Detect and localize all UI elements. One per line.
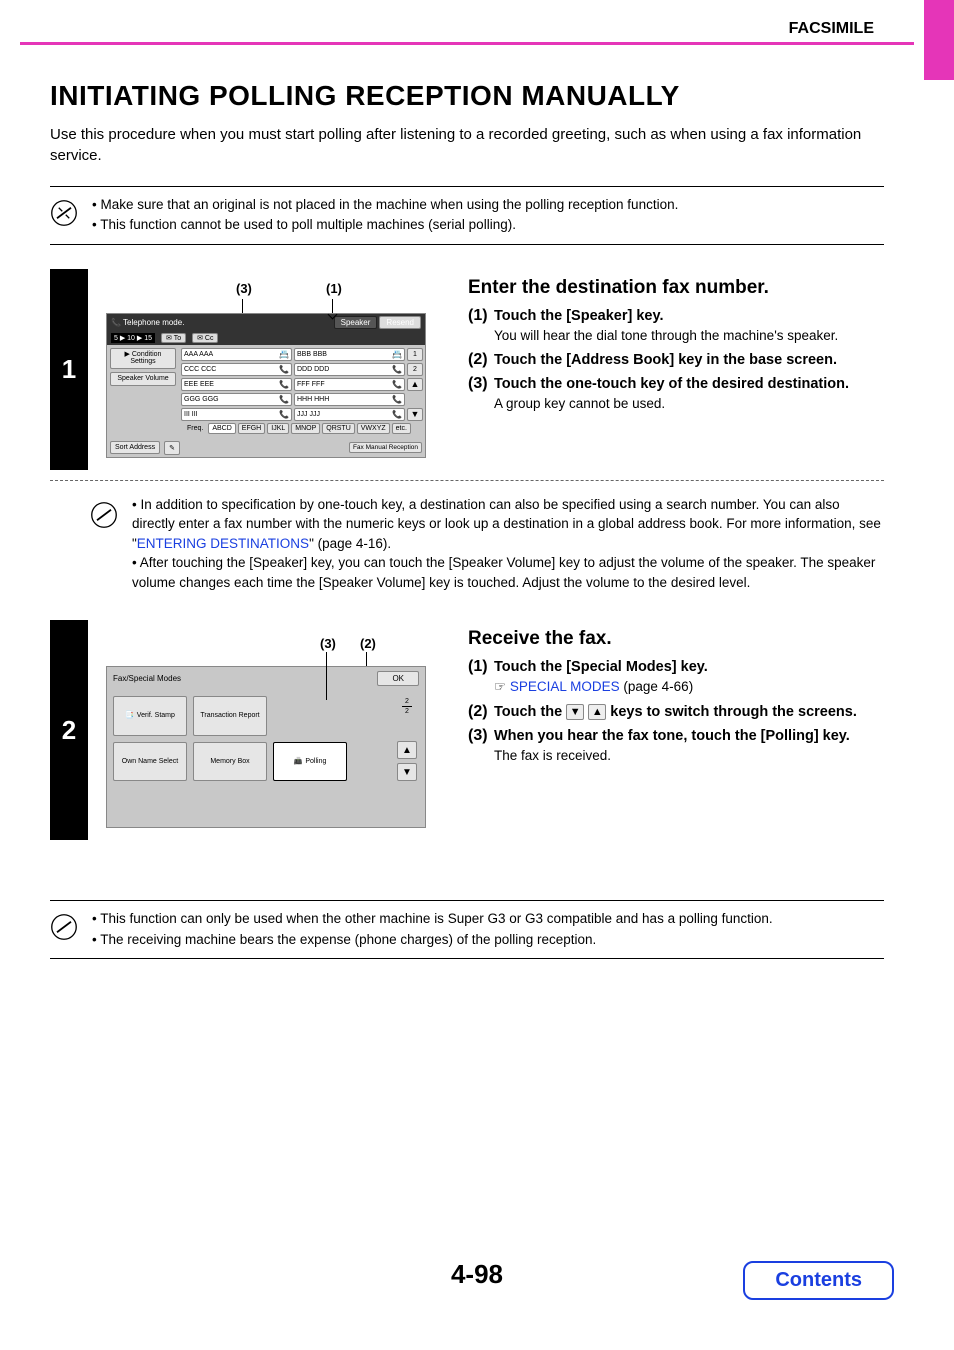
main-content: INITIATING POLLING RECEPTION MANUALLY Us… [50, 80, 884, 959]
index-tab[interactable]: QRSTU [322, 423, 355, 434]
speaker-button[interactable]: Speaker [334, 316, 378, 329]
polling-button[interactable]: 📠Polling [273, 742, 347, 782]
one-touch-key[interactable]: BBB BBB📇 [294, 348, 405, 361]
step1-inner-note: In addition to specification by one-touc… [50, 489, 884, 593]
step2-text: Receive the fax. (1)Touch the [Special M… [458, 620, 884, 840]
one-touch-key[interactable]: CCC CCC📞 [181, 363, 292, 376]
substep-title: Touch the [Speaker] key. [494, 308, 663, 324]
index-tab[interactable]: VWXYZ [357, 423, 390, 434]
note-icon [50, 913, 78, 941]
substep-title: Touch the [Special Modes] key. [494, 659, 708, 675]
note-item: This function can only be used when the … [92, 909, 773, 929]
contents-button[interactable]: Contents [743, 1261, 894, 1300]
freq-label: Freq. [184, 425, 206, 432]
note-item: In addition to specification by one-touc… [132, 495, 884, 554]
one-touch-key[interactable]: HHH HHH📞 [294, 393, 405, 406]
sort-address-button[interactable]: Sort Address [110, 441, 160, 454]
note-item: Make sure that an original is not placed… [92, 195, 678, 215]
note-item: This function cannot be used to poll mul… [92, 215, 678, 235]
resend-button[interactable]: Resend [379, 316, 421, 329]
step-heading: Receive the fax. [468, 628, 884, 650]
page-fraction: 22 [402, 698, 412, 715]
callout-2: (2) [360, 636, 376, 651]
special-modes-panel: Fax/Special Modes OK 📑Verif. Stamp Trans… [106, 666, 426, 828]
panel-title: 📞 Telephone mode. [111, 318, 184, 327]
page-header: FACSIMILE [20, 20, 914, 45]
index-tab[interactable]: ABCD [208, 423, 235, 434]
edit-icon[interactable]: ✎ [164, 441, 180, 455]
speaker-volume-button[interactable]: Speaker Volume [110, 372, 176, 386]
callout-1: (1) [326, 281, 342, 296]
category-label: FACSIMILE [20, 20, 914, 38]
note-list: Make sure that an original is not placed… [92, 195, 678, 236]
step-1: 1 (3) (1) 📞 Telephone mode. Speaker Rese… [50, 269, 884, 470]
note-icon [50, 199, 78, 227]
callout-3: (3) [236, 281, 252, 296]
entering-destinations-link[interactable]: ENTERING DESTINATIONS [137, 536, 309, 551]
special-modes-link[interactable]: SPECIAL MODES [510, 679, 620, 694]
to-field[interactable]: ✉ To [161, 333, 186, 343]
substep-body: You will hear the dial tone through the … [468, 327, 884, 346]
index-tab[interactable]: IJKL [267, 423, 289, 434]
one-touch-key[interactable]: III III📞 [181, 408, 292, 421]
panel-title: Fax/Special Modes [113, 674, 181, 683]
one-touch-key[interactable]: FFF FFF📞 [294, 378, 405, 391]
scroll-down-button[interactable]: ▼ [397, 763, 417, 781]
note-icon [90, 501, 118, 529]
note-item: After touching the [Speaker] key, you ca… [132, 553, 884, 592]
condition-settings-button[interactable]: ▶ Condition Settings [110, 348, 176, 369]
scroll-down-button[interactable]: ▼ [407, 408, 423, 421]
scroll-up-button[interactable]: ▲ [397, 741, 417, 759]
substep-title: Touch the one-touch key of the desired d… [494, 376, 849, 392]
page-indicator: 1 [407, 348, 423, 361]
one-touch-key[interactable]: EEE EEE📞 [181, 378, 292, 391]
note-box-bottom: This function can only be used when the … [50, 900, 884, 959]
dashed-separator [50, 480, 884, 481]
fax-manual-reception-button[interactable]: Fax Manual Reception [349, 442, 422, 453]
step-heading: Enter the destination fax number. [468, 277, 884, 299]
step-number: 2 [50, 620, 88, 840]
intro-paragraph: Use this procedure when you must start p… [50, 124, 884, 166]
substep-body: The fax is received. [468, 747, 884, 766]
callout-3: (3) [320, 636, 336, 651]
up-arrow-icon: ▲ [588, 704, 606, 720]
substep-body: A group key cannot be used. [468, 395, 884, 414]
transaction-report-button[interactable]: Transaction Report [193, 696, 267, 736]
cc-field[interactable]: ✉ Cc [192, 333, 218, 343]
substep-title: When you hear the fax tone, touch the [P… [494, 728, 850, 744]
one-touch-key[interactable]: AAA AAA📇 [181, 348, 292, 361]
substep-title: Touch the [Address Book] key in the base… [494, 352, 837, 368]
step1-figure: (3) (1) 📞 Telephone mode. Speaker Resend [88, 269, 458, 470]
step1-text: Enter the destination fax number. (1)Tou… [458, 269, 884, 470]
substep-title: Touch the ▼ ▲ keys to switch through the… [494, 704, 857, 720]
note-item: The receiving machine bears the expense … [92, 930, 773, 950]
page-indicator: 2 [407, 363, 423, 376]
one-touch-key[interactable]: GGG GGG📞 [181, 393, 292, 406]
range-indicator: 5 ▶ 10 ▶ 15 [111, 333, 155, 343]
step-2: 2 (3) (2) Fax/Special Modes OK 📑Verif. S… [50, 620, 884, 840]
own-name-select-button[interactable]: Own Name Select [113, 742, 187, 782]
telephone-mode-panel: 📞 Telephone mode. Speaker Resend 5 ▶ 10 … [106, 313, 426, 458]
memory-box-button[interactable]: Memory Box [193, 742, 267, 782]
index-tab[interactable]: etc. [392, 423, 411, 434]
index-tab[interactable]: EFGH [238, 423, 265, 434]
step2-figure: (3) (2) Fax/Special Modes OK 📑Verif. Sta… [88, 620, 458, 840]
page-title: INITIATING POLLING RECEPTION MANUALLY [50, 80, 884, 112]
header-rule [20, 42, 914, 45]
down-arrow-icon: ▼ [566, 704, 584, 720]
verif-stamp-button[interactable]: 📑Verif. Stamp [113, 696, 187, 736]
note-box-top: Make sure that an original is not placed… [50, 186, 884, 245]
one-touch-key[interactable]: DDD DDD📞 [294, 363, 405, 376]
step-number: 1 [50, 269, 88, 470]
scroll-up-button[interactable]: ▲ [407, 378, 423, 391]
side-tab [924, 0, 954, 80]
index-tab[interactable]: MNOP [291, 423, 320, 434]
one-touch-key[interactable]: JJJ JJJ📞 [294, 408, 405, 421]
ok-button[interactable]: OK [377, 671, 419, 686]
note-list: This function can only be used when the … [92, 909, 773, 950]
